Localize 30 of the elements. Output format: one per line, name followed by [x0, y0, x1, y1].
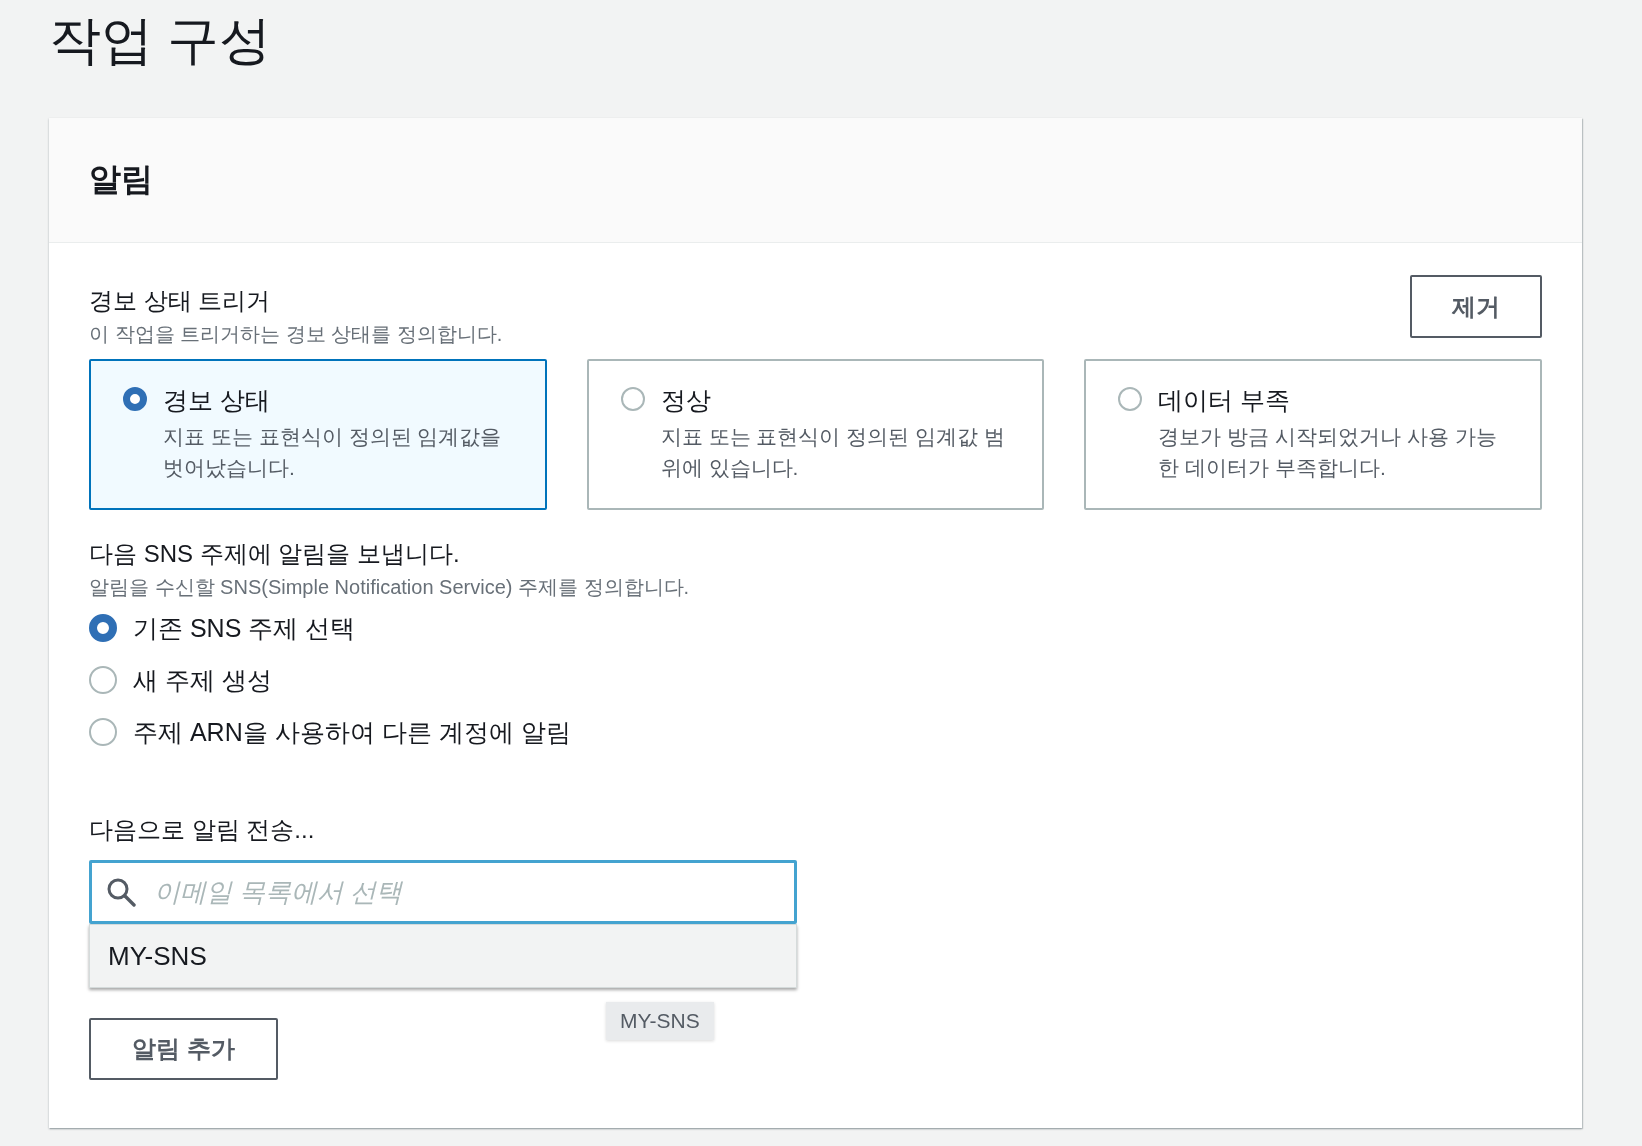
option-title: 데이터 부족 — [1158, 385, 1292, 416]
dropdown-option[interactable]: MY-SNS — [90, 925, 796, 987]
radio-button[interactable] — [89, 666, 117, 694]
page-title: 작업 구성 — [49, 10, 273, 71]
radio-label[interactable]: 주제 ARN을 사용하여 다른 계정에 알림 — [133, 715, 571, 749]
radio-label[interactable]: 기존 SNS 주제 선택 — [133, 611, 356, 645]
radio-button[interactable] — [89, 614, 117, 642]
field-description: 알림을 수신할 SNS(Simple Notification Service) 주제를 정의합니다. — [89, 575, 691, 600]
radio-button[interactable] — [123, 387, 147, 411]
field-description: 이 작업을 트리거하는 경보 상태를 정의합니다. — [89, 322, 503, 347]
option-title: 경보 상태 — [163, 385, 271, 416]
radio-label[interactable]: 새 주제 생성 — [133, 663, 272, 697]
tooltip: MY-SNS — [606, 1002, 714, 1040]
field-label: 경보 상태 트리거 — [89, 286, 272, 316]
radio-button[interactable] — [89, 718, 117, 746]
state-option-card[interactable]: 정상 지표 또는 표현식이 정의된 임계값 범위에 있습니다. — [586, 359, 1045, 510]
remove-button[interactable]: 제거 — [1410, 275, 1542, 338]
panel-title: 알림 — [89, 160, 153, 199]
option-description: 지표 또는 표현식이 정의된 임계값을 벗어났습니다. — [163, 424, 503, 481]
radio-button[interactable] — [1118, 387, 1143, 411]
field-label: 다음으로 알림 전송... — [89, 815, 316, 845]
state-option-card[interactable]: 데이터 부족 경보가 방금 시작되었거나 사용 가능한 데이터가 부족합니다. — [1084, 359, 1542, 510]
state-option-card[interactable]: 경보 상태 지표 또는 표현식이 정의된 임계값을 벗어났습니다. — [89, 359, 547, 510]
radio-button[interactable] — [620, 387, 645, 411]
option-description: 지표 또는 표현식이 정의된 임계값 범위에 있습니다. — [660, 424, 1006, 481]
option-description: 경보가 방금 시작되었거나 사용 가능한 데이터가 부족합니다. — [1158, 424, 1498, 481]
search-field[interactable]: 이메일 목록에서 선택 — [89, 860, 797, 924]
field-label: 다음 SNS 주제에 알림을 보냅니다. — [89, 539, 461, 569]
option-title: 정상 — [660, 385, 712, 416]
add-notification-button[interactable]: 알림 추가 — [89, 1018, 278, 1080]
